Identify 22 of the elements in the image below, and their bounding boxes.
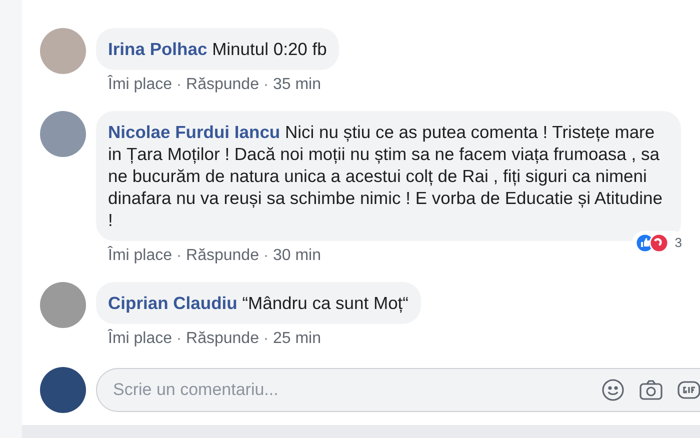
avatar[interactable] bbox=[40, 367, 86, 413]
comment-text: Ciprian Claudiu “Mândru ca sunt Moț“ bbox=[108, 293, 408, 313]
comment-text: Nicolae Furdui Iancu Nici nu știu ce as putea comenta ! Tristețe mare in Țara Moților ! Dacă noi moții nu știm sa ne facem viața frumoasa , sa ne bucurăm de natura unica a acestui colț de Rai , fiți siguri ca nimeni dinafara nu va reuși sa schimbe nimic ! E vorba de Educatie și Atitudine ! bbox=[108, 122, 662, 230]
action-link[interactable]: Îmi place bbox=[108, 244, 172, 268]
action-link[interactable]: Răspunde bbox=[186, 327, 259, 351]
reaction-count: 3 bbox=[674, 234, 682, 252]
gif-icon[interactable] bbox=[677, 379, 700, 401]
timestamp: 25 min bbox=[272, 329, 322, 349]
action-link[interactable]: Îmi place bbox=[108, 73, 172, 97]
comment-composer[interactable]: Scrie un comentariu... bbox=[96, 368, 700, 412]
smiley-icon[interactable] bbox=[601, 378, 625, 402]
comment-input-field[interactable]: Scrie un comentariu... bbox=[113, 377, 587, 403]
timestamp: 35 min bbox=[272, 75, 322, 95]
author-link[interactable]: Nicolae Furdui Iancu bbox=[108, 122, 280, 142]
author-link[interactable]: Irina Polhac bbox=[108, 39, 208, 59]
action-link[interactable]: Răspunde bbox=[186, 244, 259, 268]
action-link[interactable]: Răspunde bbox=[186, 73, 259, 97]
comment-text: Irina Polhac Minutul 0:20 fb bbox=[108, 39, 327, 59]
author-link[interactable]: Ciprian Claudiu bbox=[108, 293, 238, 313]
camera-icon[interactable] bbox=[639, 379, 663, 401]
action-link[interactable]: Îmi place bbox=[108, 327, 172, 351]
timestamp: 30 min bbox=[272, 246, 322, 266]
